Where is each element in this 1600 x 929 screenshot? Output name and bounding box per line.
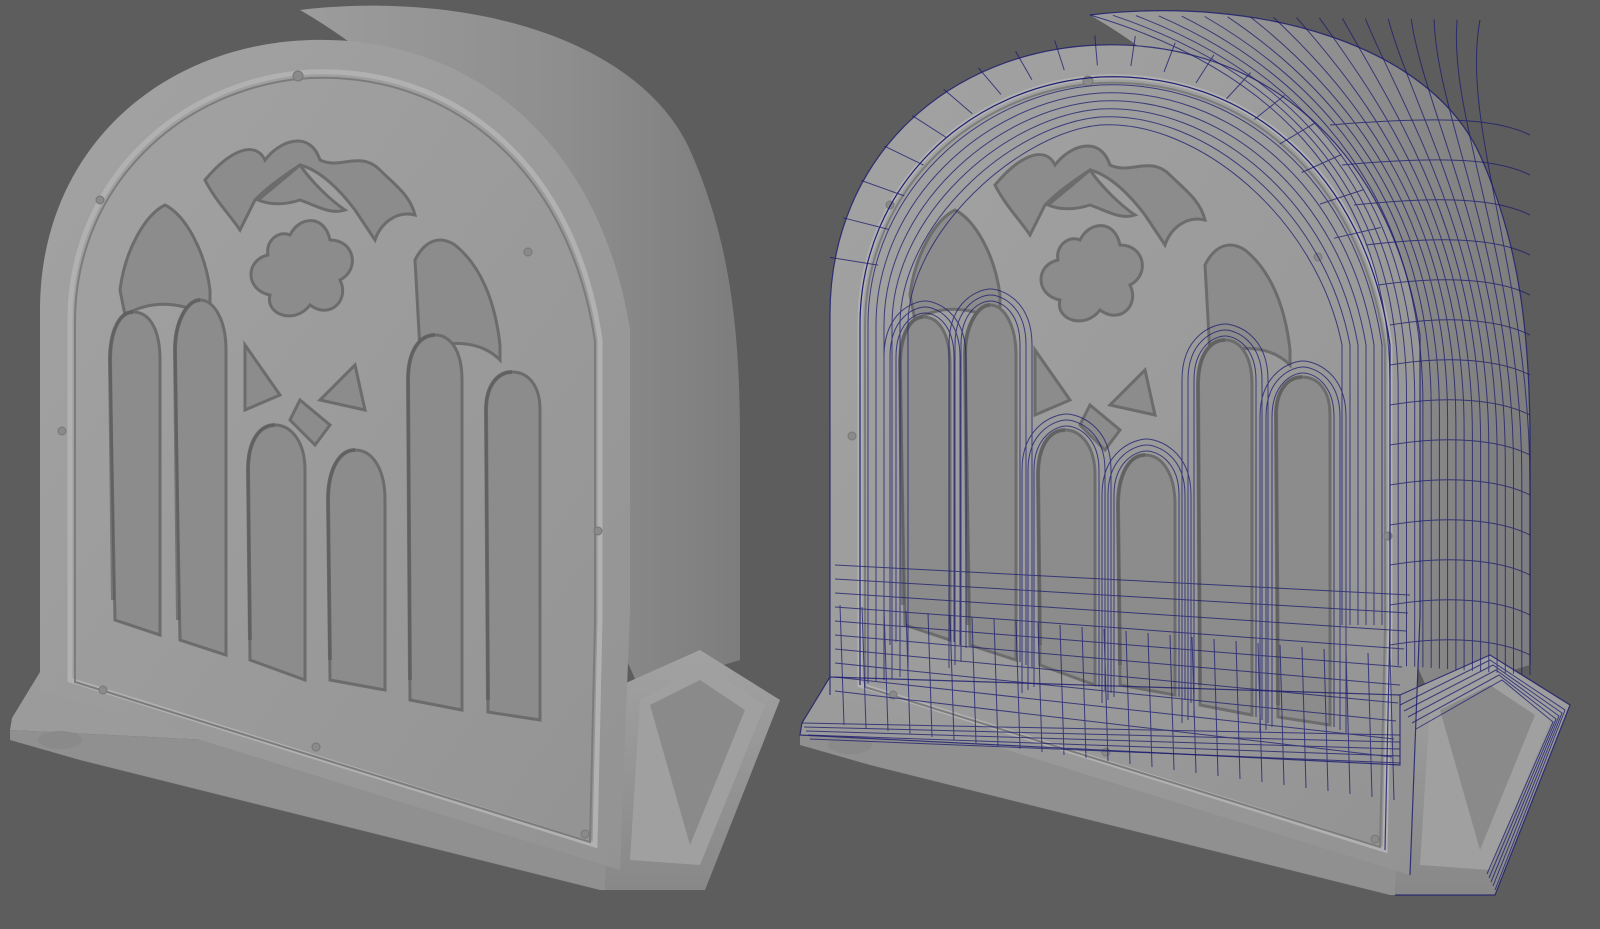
radio-model-shaded[interactable] (10, 6, 780, 890)
3d-viewport[interactable] (0, 0, 1600, 929)
radio-model-wireframe[interactable] (800, 11, 1570, 895)
viewport-canvas[interactable] (0, 0, 1600, 929)
